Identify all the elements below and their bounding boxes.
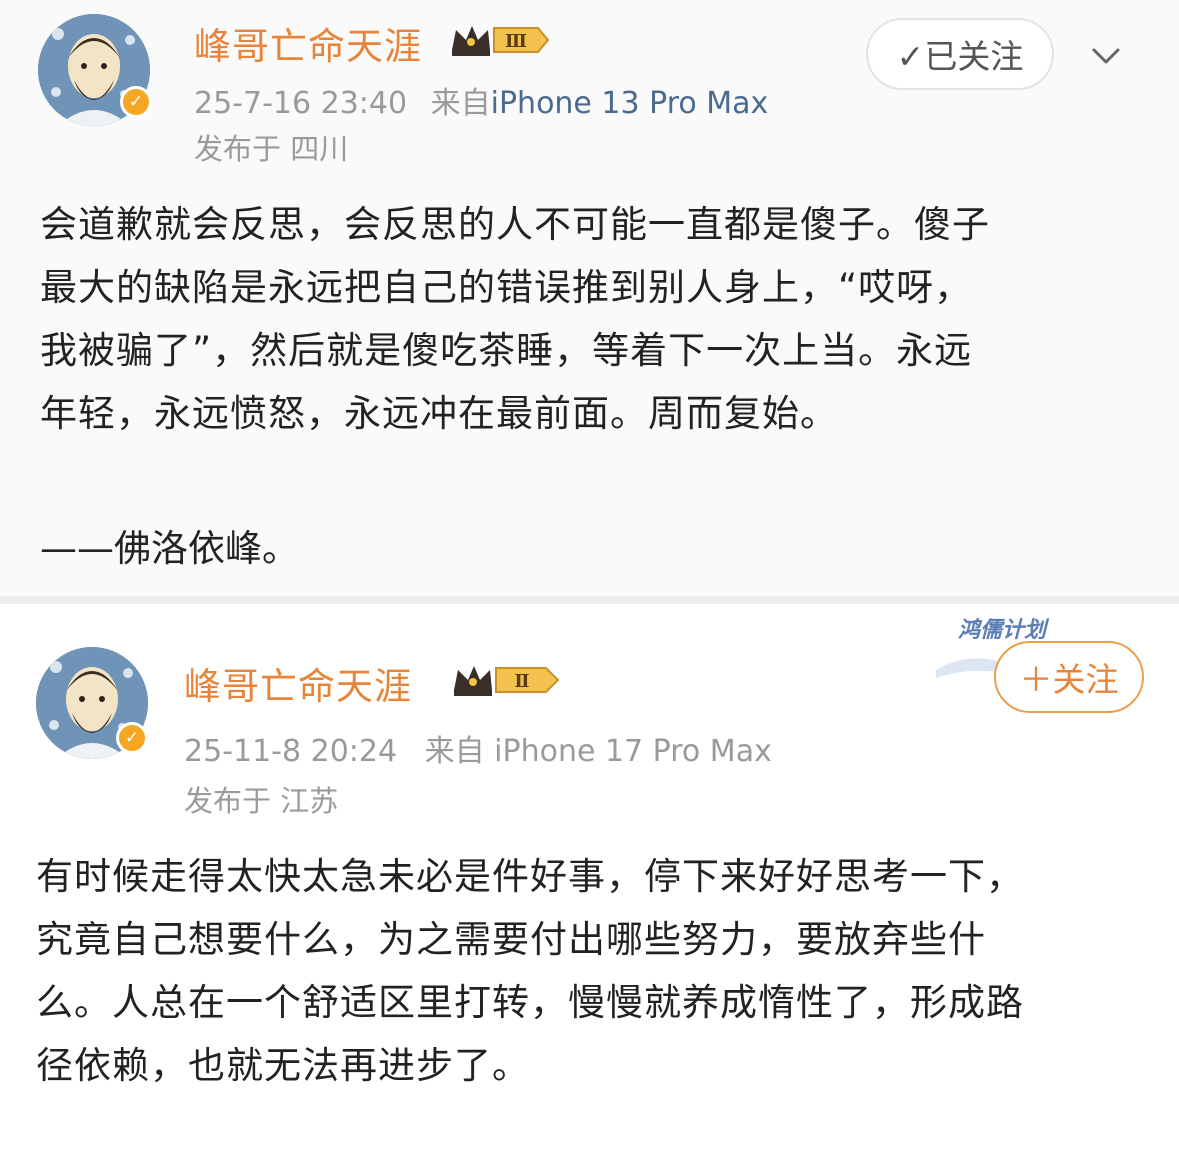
device-link[interactable]: iPhone 13 Pro Max [491,86,769,121]
timestamp: 25-7-16 23:40 [194,86,408,121]
post-body: 有时候走得太快太急未必是件好事，停下来好好思考一下， 究竟自己想要什么，为之需要… [36,845,1024,1097]
post-body: 会道歉就会反思，会反思的人不可能一直都是傻子。傻子 最大的缺陷是永远把自己的错误… [40,193,990,445]
level-badge: Ⅱ [514,671,529,692]
post-separator [0,596,1179,604]
body-line: 我被骗了”，然后就是傻吃茶睡，等着下一次上当。永远 [40,329,973,372]
post-meta: 25-7-16 23:40 来自iPhone 13 Pro Max [194,78,768,122]
body-line: 么。人总在一个舒适区里打转，慢慢就养成惰性了，形成路 [36,981,1024,1024]
body-line: 年轻，永远愤怒，永远冲在最前面。周而复始。 [40,392,838,435]
verified-badge-icon: ✓ [116,722,148,754]
post-meta: 25-11-8 20:24 来自 iPhone 17 Pro Max [184,726,772,770]
follow-button[interactable]: ＋关注 [994,641,1144,713]
attribution: ——佛洛依峰。 [40,527,299,570]
timestamp: 25-11-8 20:24 [184,734,398,769]
body-line: 最大的缺陷是永远把自己的错误推到别人身上，“哎呀， [40,266,973,309]
crown-level-icon: Ⅲ [450,18,550,62]
weibo-post: ✓ 峰哥亡命天涯 Ⅲ 25-7-16 23:40 来自iPhone 13 Pro… [0,0,1179,596]
location: 发布于 江苏 [184,784,339,818]
chevron-down-icon[interactable] [1086,36,1126,76]
body-line: 径依赖，也就无法再进步了。 [36,1044,530,1087]
source-prefix: 来自 [424,734,485,769]
body-line: 会道歉就会反思，会反思的人不可能一直都是傻子。傻子 [40,203,990,246]
location: 发布于 四川 [194,132,349,166]
device-link[interactable]: iPhone 17 Pro Max [494,734,772,769]
verified-badge-icon: ✓ [120,86,152,118]
username[interactable]: 峰哥亡命天涯 [194,16,422,70]
source-prefix: 来自 [430,86,491,121]
followed-button[interactable]: ✓已关注 [866,18,1054,90]
username[interactable]: 峰哥亡命天涯 [184,656,412,710]
body-line: 有时候走得太快太急未必是件好事，停下来好好思考一下， [36,855,1024,898]
crown-level-icon: Ⅱ [452,658,562,702]
level-badge: Ⅲ [505,31,527,52]
body-line: 究竟自己想要什么，为之需要付出哪些努力，要放弃些什 [36,918,986,961]
